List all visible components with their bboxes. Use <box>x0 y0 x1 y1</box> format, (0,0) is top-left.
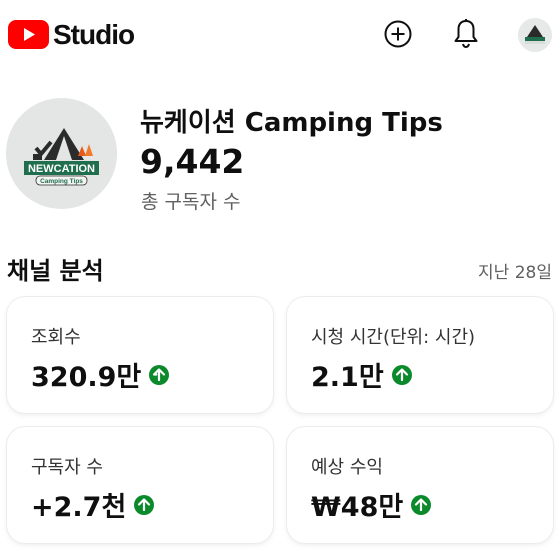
svg-text:NEWCATION: NEWCATION <box>28 163 95 175</box>
create-button[interactable] <box>382 16 414 52</box>
account-avatar[interactable] <box>518 18 552 52</box>
channel-avatar[interactable]: NEWCATION Camping Tips <box>6 98 117 209</box>
notifications-button[interactable] <box>450 16 482 52</box>
metric-label: 조회수 <box>31 327 81 348</box>
arrow-up-circle-icon <box>134 494 155 515</box>
channel-logo-icon: NEWCATION Camping Tips <box>6 98 117 209</box>
arrow-up-circle-icon <box>149 364 170 385</box>
svg-text:Camping Tips: Camping Tips <box>40 178 83 185</box>
arrow-up-circle-icon <box>411 494 432 515</box>
studio-logo[interactable]: Studio <box>8 18 135 50</box>
metric-label: 시청 시간(단위: 시간) <box>311 327 476 348</box>
metric-value: 2.1만 <box>311 362 384 393</box>
subscriber-label: 총 구독자 수 <box>141 191 241 213</box>
metric-label: 구독자 수 <box>31 457 103 478</box>
metric-label: 예상 수익 <box>311 457 383 478</box>
metric-value: ₩48만 <box>311 492 404 523</box>
metric-card-watch-time[interactable]: 시청 시간(단위: 시간) 2.1만 <box>287 297 553 413</box>
top-app-bar: Studio <box>0 0 560 70</box>
channel-logo-icon <box>518 18 552 52</box>
arrow-up-circle-icon <box>391 364 412 385</box>
studio-logo-text: Studio <box>53 18 135 50</box>
add-circle-icon <box>384 20 412 48</box>
analytics-period: 지난 28일 <box>478 263 552 283</box>
metric-card-subscribers[interactable]: 구독자 수 +2.7천 <box>7 427 273 543</box>
metric-value: 320.9만 <box>31 362 142 393</box>
analytics-title: 채널 분석 <box>7 257 104 285</box>
subscriber-count: 9,442 <box>140 142 245 181</box>
channel-name: 뉴케이션 Camping Tips <box>140 108 443 138</box>
youtube-logo-icon <box>8 20 49 49</box>
bell-icon <box>454 19 478 49</box>
metric-value: +2.7천 <box>31 492 127 523</box>
metric-card-revenue[interactable]: 예상 수익 ₩48만 <box>287 427 553 543</box>
metric-card-views[interactable]: 조회수 320.9만 <box>7 297 273 413</box>
